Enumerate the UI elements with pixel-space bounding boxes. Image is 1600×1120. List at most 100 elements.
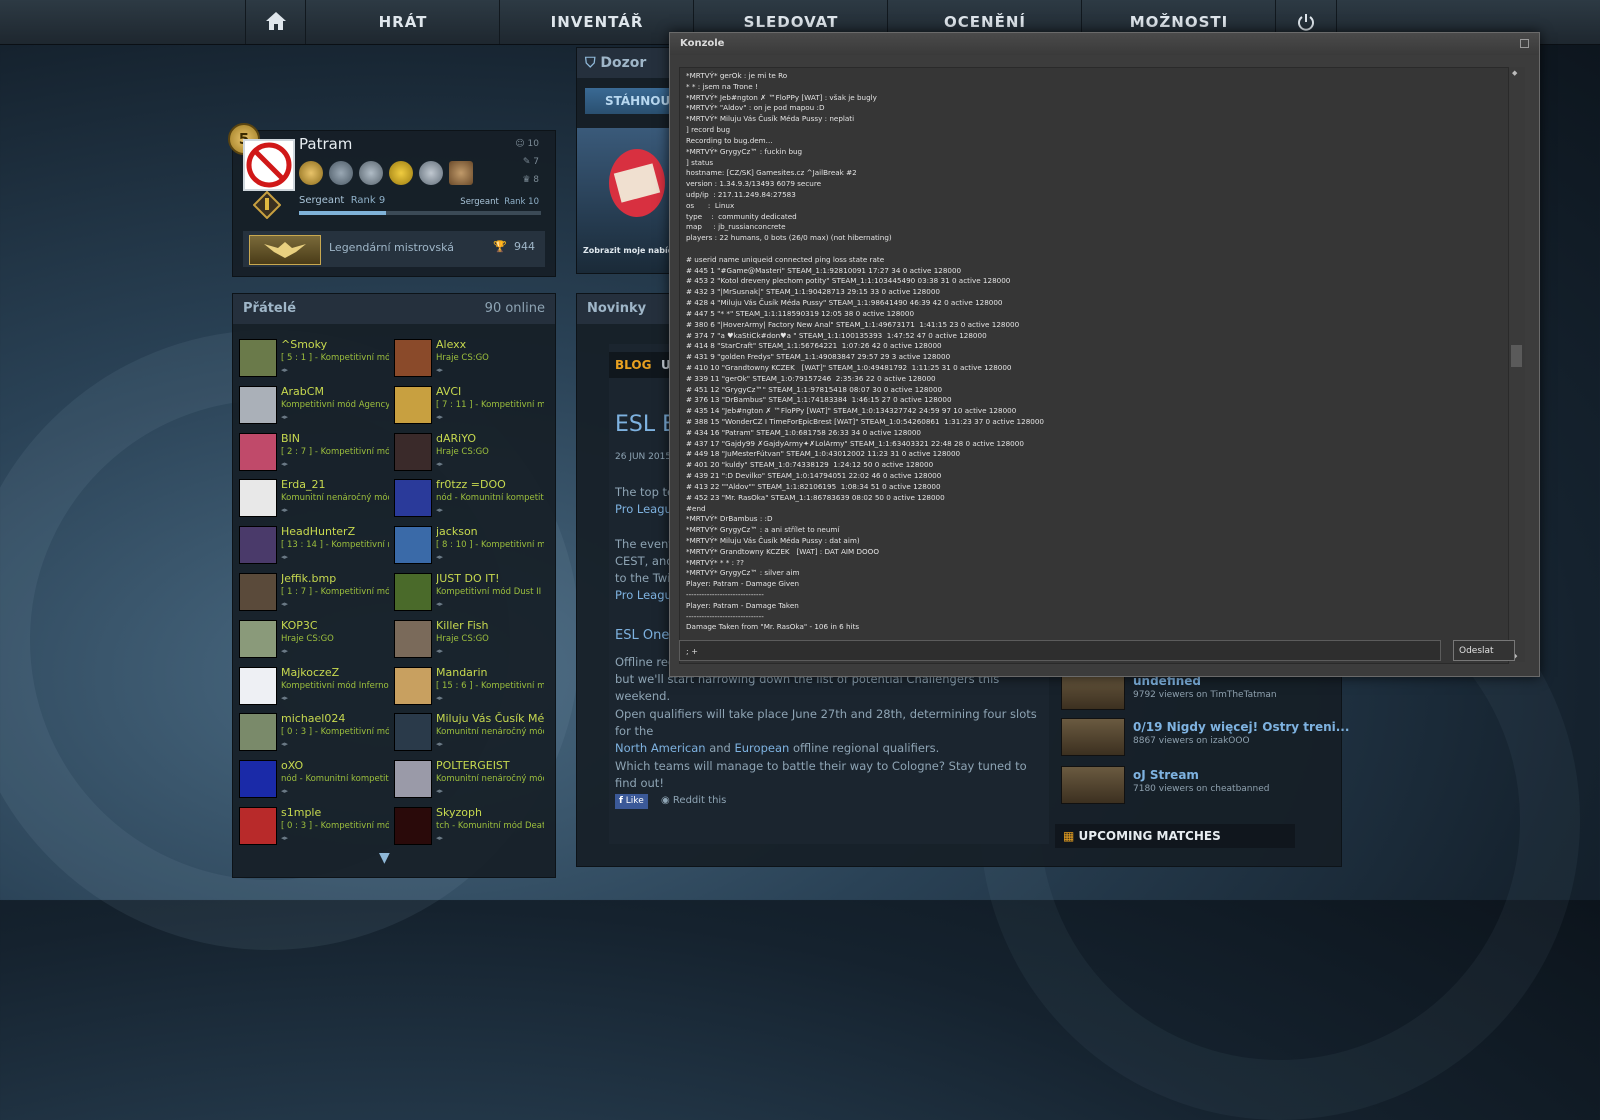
avatar[interactable] [394, 432, 432, 471]
friend-item[interactable]: JUST DO IT! Kompetitivní mód Dust II ◂▸ [394, 570, 544, 614]
medal-icon[interactable] [419, 161, 443, 185]
more-icon[interactable]: ◂▸ [436, 647, 443, 655]
avatar[interactable] [394, 807, 432, 845]
console-output[interactable]: *MRTVÝ* gerOk : je mi te Ro * * : jsem n… [679, 67, 1509, 664]
nav-home-button[interactable] [245, 0, 306, 44]
avatar[interactable] [239, 526, 277, 565]
console-window[interactable]: Konzole *MRTVÝ* gerOk : je mi te Ro * * … [669, 32, 1540, 677]
avatar[interactable] [394, 479, 432, 518]
avatar[interactable] [239, 479, 277, 518]
stream-title[interactable]: 0/19 Nigdy więcej! Ostry treni... [1133, 720, 1349, 734]
friend-item[interactable]: jackson[ 8 : 10 ] - Kompetitivní mó ◂▸ [394, 523, 544, 567]
medal-icon[interactable] [449, 161, 473, 185]
more-icon[interactable]: ◂▸ [281, 787, 288, 795]
close-icon[interactable] [1520, 39, 1529, 48]
download-button[interactable]: STÁHNOUT [585, 88, 677, 114]
more-icon[interactable]: ◂▸ [281, 553, 288, 561]
more-icon[interactable]: ◂▸ [281, 506, 288, 514]
more-icon[interactable]: ◂▸ [281, 366, 288, 374]
scroll-down-icon[interactable]: ▼ [379, 850, 390, 866]
friend-item[interactable]: POLTERGEIST Komunitní nenáročný mód ◂▸ [394, 757, 544, 801]
friend-item[interactable]: Miluju Vás Čusík Méd Komunitní nenáročný … [394, 710, 544, 754]
avatar[interactable] [239, 760, 277, 799]
medal-icon[interactable] [329, 161, 353, 185]
more-icon[interactable]: ◂▸ [436, 553, 443, 561]
friend-item[interactable]: s1mple [ 0 : 3 ] - Kompetitivní mód ◂▸ [239, 804, 389, 848]
more-icon[interactable]: ◂▸ [436, 460, 443, 468]
promo-banner[interactable]: Zobrazit moje nabíd [577, 128, 677, 273]
more-icon[interactable]: ◂▸ [436, 787, 443, 795]
more-icon[interactable]: ◂▸ [281, 740, 288, 748]
avatar[interactable] [239, 807, 277, 845]
more-icon[interactable]: ◂▸ [436, 694, 443, 702]
avatar[interactable] [239, 339, 277, 377]
avatar[interactable] [239, 385, 277, 424]
friend-item[interactable]: oXO nód - Komunitní kompetitiv ◂▸ [239, 757, 389, 801]
console-command-input[interactable]: ; + [679, 640, 1441, 661]
friend-item[interactable]: Killer Fish Hraje CS:GO ◂▸ [394, 617, 544, 661]
avatar[interactable] [394, 760, 432, 799]
friend-item[interactable]: ^Smoky [ 5 : 1 ] - Kompetitivní mód I ◂▸ [239, 336, 389, 380]
more-icon[interactable]: ◂▸ [281, 694, 288, 702]
more-icon[interactable]: ◂▸ [436, 506, 443, 514]
avatar[interactable] [239, 573, 277, 611]
stream-title[interactable]: oJ Stream [1133, 768, 1199, 782]
friend-item[interactable]: dARiYO Hraje CS:GO ◂▸ [394, 430, 544, 474]
nav-play[interactable]: HRÁT [305, 0, 500, 44]
friend-item[interactable]: AVCI[ 7 : 11 ] - Kompetitivní mód ◂▸ [394, 383, 544, 427]
avatar[interactable] [239, 619, 277, 658]
avatar[interactable] [394, 619, 432, 658]
friend-item[interactable]: MajkoczeZ Kompetitivní mód Inferno ◂▸ [239, 664, 389, 708]
more-icon[interactable]: ◂▸ [436, 740, 443, 748]
friend-item[interactable]: ArabCM Kompetitivní mód Agency ◂▸ [239, 383, 389, 427]
friend-item[interactable]: fr0tzz =DOO nód - Komunitní kompetitiv ◂▸ [394, 476, 544, 520]
medal-icon[interactable] [359, 161, 383, 185]
avatar[interactable] [394, 666, 432, 705]
tab-blog[interactable]: BLOG [615, 358, 651, 372]
more-icon[interactable]: ◂▸ [436, 413, 443, 421]
medal-icon[interactable] [299, 161, 323, 185]
scrollbar-thumb[interactable] [1511, 345, 1522, 367]
european-link[interactable]: European [735, 741, 790, 755]
console-scrollbar[interactable]: ◆ ◆ [1508, 67, 1525, 662]
avatar[interactable] [394, 385, 432, 424]
more-icon[interactable]: ◂▸ [281, 460, 288, 468]
scroll-up-icon[interactable]: ◆ [1512, 69, 1517, 77]
avatar[interactable] [394, 713, 432, 752]
friend-item[interactable]: HeadHunterZ[ 13 : 14 ] - Kompetitivní mó… [239, 523, 389, 567]
more-icon[interactable]: ◂▸ [436, 600, 443, 608]
facebook-like-button[interactable]: f Like [615, 794, 648, 809]
send-button[interactable]: Odeslat [1453, 640, 1515, 661]
stream-item[interactable]: undefined 9792 viewers on TimTheTatman [1061, 672, 1311, 716]
avatar[interactable] [394, 526, 432, 565]
friend-item[interactable]: BIN[ 2 : 7 ] - Kompetitivní mód ◂▸ [239, 430, 389, 474]
friend-item[interactable]: Alexx Hraje CS:GO ◂▸ [394, 336, 544, 380]
upcoming-matches-header[interactable]: ▦ UPCOMING MATCHES [1055, 824, 1295, 848]
more-icon[interactable]: ◂▸ [281, 413, 288, 421]
friend-item[interactable]: Skyzoph tch - Komunitní mód Death ◂▸ [394, 804, 544, 848]
medal-icon[interactable] [389, 161, 413, 185]
more-icon[interactable]: ◂▸ [436, 834, 443, 842]
stream-item[interactable]: 0/19 Nigdy więcej! Ostry treni... 8867 v… [1061, 718, 1349, 762]
more-icon[interactable]: ◂▸ [436, 366, 443, 374]
console-titlebar[interactable]: Konzole [670, 33, 1539, 55]
avatar[interactable] [239, 713, 277, 752]
avatar[interactable] [239, 432, 277, 471]
friend-item[interactable]: Jeffik.bmp [ 1 : 7 ] - Kompetitivní mód ◂▸ [239, 570, 389, 614]
more-icon[interactable]: ◂▸ [281, 647, 288, 655]
more-icon[interactable]: ◂▸ [281, 600, 288, 608]
avatar[interactable] [394, 573, 432, 611]
nav-inventory[interactable]: INVENTÁŘ [499, 0, 694, 44]
friend-item[interactable]: Erda_21 Komunitní nenáročný mód ◂▸ [239, 476, 389, 520]
avatar[interactable] [239, 666, 277, 705]
avatar[interactable] [243, 139, 295, 191]
avatar[interactable] [394, 339, 432, 377]
stream-item[interactable]: oJ Stream 7180 viewers on cheatbanned [1061, 766, 1311, 810]
more-icon[interactable]: ◂▸ [281, 834, 288, 842]
friend-item[interactable]: Mandarin[ 15 : 6 ] - Kompetitivní móc ◂▸ [394, 664, 544, 708]
profile-name[interactable]: Patram [299, 135, 352, 153]
skill-group-icon[interactable] [249, 235, 321, 265]
reddit-button[interactable]: ◉ Reddit this [661, 795, 726, 806]
north-american-link[interactable]: North American [615, 741, 706, 755]
friend-item[interactable]: michael024[ 0 : 3 ] - Kompetitivní mód ◂▸ [239, 710, 389, 754]
